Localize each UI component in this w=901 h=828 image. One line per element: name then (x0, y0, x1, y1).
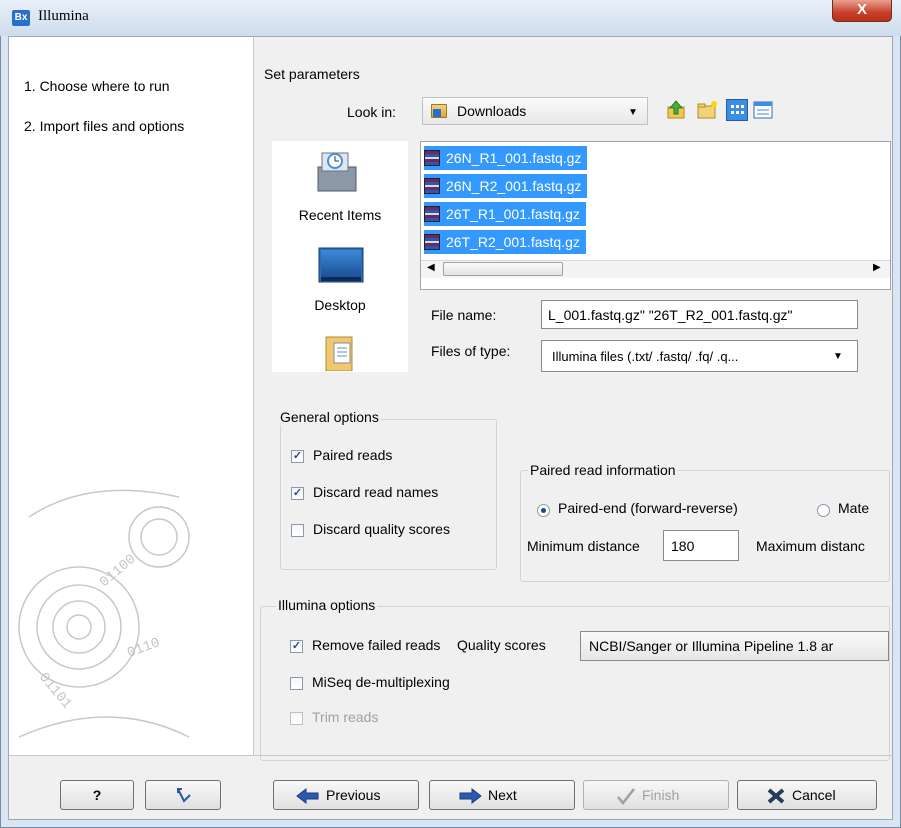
archive-icon (424, 178, 440, 194)
files-of-type-value: Illumina files (.txt/ .fastq/ .fq/ .q... (552, 349, 739, 364)
recent-items-icon[interactable] (312, 147, 368, 197)
quality-scores-value: NCBI/Sanger or Illumina Pipeline 1.8 ar (589, 638, 834, 654)
svg-text:0110: 0110 (125, 635, 162, 662)
files-of-type-select[interactable]: Illumina files (.txt/ .fastq/ .fq/ .q...… (541, 340, 858, 372)
file-list-scrollbar[interactable]: ◀ ▶ (421, 260, 890, 278)
documents-icon[interactable] (324, 333, 358, 371)
archive-icon (424, 206, 440, 222)
download-arrow-icon (433, 109, 441, 117)
miseq-demultiplexing-label[interactable]: MiSeq de-multiplexing (312, 674, 450, 690)
paired-end-radio[interactable] (537, 504, 550, 517)
mate-pair-radio[interactable] (817, 504, 830, 517)
file-name-text: 26N_R2_001.fastq.gz (446, 178, 582, 194)
cancel-label: Cancel (792, 787, 836, 803)
file-name-input[interactable]: L_001.fastq.gz" "26T_R2_001.fastq.gz" (541, 300, 858, 329)
list-view-icon[interactable] (726, 99, 748, 121)
general-options-title: General options (278, 409, 381, 425)
svg-text:01100: 01100 (97, 552, 139, 591)
file-item[interactable]: 26N_R2_001.fastq.gz (424, 174, 588, 198)
scroll-right-icon[interactable]: ▶ (873, 262, 881, 273)
desktop-label[interactable]: Desktop (272, 297, 408, 313)
discard-read-names-label[interactable]: Discard read names (313, 484, 438, 500)
finish-label: Finish (642, 787, 680, 803)
file-item[interactable]: 26T_R1_001.fastq.gz (424, 202, 586, 226)
bottom-divider (9, 755, 892, 756)
app-icon: Bx (12, 10, 30, 26)
next-button[interactable]: Next (429, 780, 575, 810)
quality-scores-select[interactable]: NCBI/Sanger or Illumina Pipeline 1.8 ar (580, 631, 889, 661)
discard-quality-scores-label[interactable]: Discard quality scores (313, 521, 450, 537)
next-label: Next (488, 787, 517, 803)
new-folder-icon[interactable] (696, 99, 718, 121)
title-bar[interactable]: Bx Illumina X (0, 0, 901, 36)
previous-label: Previous (326, 787, 381, 803)
reset-button[interactable] (145, 780, 221, 810)
paired-reads-label[interactable]: Paired reads (313, 447, 392, 463)
maximum-distance-label: Maximum distanc (756, 538, 865, 554)
minimum-distance-value: 180 (671, 538, 695, 554)
cancel-x-icon (767, 788, 785, 804)
minimum-distance-input[interactable]: 180 (663, 530, 739, 561)
finish-button: Finish (583, 780, 729, 810)
wizard-steps-panel: 1. Choose where to run 2. Import files a… (9, 37, 254, 755)
file-name-text: 26T_R1_001.fastq.gz (446, 206, 580, 222)
chevron-down-icon: ▼ (628, 107, 638, 118)
mate-pair-label[interactable]: Mate (838, 500, 888, 516)
file-item[interactable]: 26T_R2_001.fastq.gz (424, 230, 586, 254)
look-in-value: Downloads (457, 103, 527, 119)
places-bar: Recent Items Desktop (272, 141, 408, 372)
paired-read-info-group (520, 470, 890, 582)
cancel-button[interactable]: Cancel (737, 780, 877, 810)
window-title: Illumina (38, 8, 89, 24)
svg-text:01101: 01101 (35, 670, 74, 712)
reset-icon (177, 788, 191, 803)
paired-end-label[interactable]: Paired-end (forward-reverse) (558, 500, 738, 516)
set-parameters-title: Set parameters (264, 66, 360, 82)
arrow-right-icon (459, 788, 482, 804)
discard-read-names-checkbox[interactable]: ✓ (291, 487, 304, 500)
miseq-demultiplexing-checkbox[interactable] (290, 677, 303, 690)
file-name-label: File name: (431, 307, 497, 323)
look-in-label: Look in: (347, 104, 397, 120)
help-button[interactable]: ? (60, 780, 134, 810)
scroll-left-icon[interactable]: ◀ (427, 262, 435, 273)
trim-reads-checkbox (290, 712, 303, 725)
scrollbar-thumb[interactable] (443, 262, 563, 276)
quality-scores-label: Quality scores (457, 637, 546, 653)
file-item[interactable]: 26N_R1_001.fastq.gz (424, 146, 588, 170)
close-button[interactable]: X (832, 0, 892, 22)
discard-quality-scores-checkbox[interactable] (291, 524, 304, 537)
swirl-decoration-icon: 01100 01101 0110 (18, 489, 190, 738)
archive-icon (424, 234, 440, 250)
file-name-value: L_001.fastq.gz" "26T_R2_001.fastq.gz" (548, 307, 793, 323)
details-view-icon[interactable] (752, 99, 774, 121)
file-name-text: 26N_R1_001.fastq.gz (446, 150, 582, 166)
up-folder-icon[interactable] (666, 99, 688, 121)
trim-reads-label: Trim reads (312, 709, 379, 725)
paired-read-info-title: Paired read information (528, 462, 678, 478)
recent-items-label[interactable]: Recent Items (272, 207, 408, 223)
previous-button[interactable]: Previous (273, 780, 419, 810)
chevron-down-icon: ▼ (833, 351, 843, 362)
arrow-left-icon (296, 788, 319, 804)
remove-failed-reads-label[interactable]: Remove failed reads (312, 637, 440, 653)
desktop-icon[interactable] (318, 247, 364, 287)
step-import-files: 2. Import files and options (24, 118, 185, 134)
step-choose-where-to-run: 1. Choose where to run (24, 78, 170, 94)
look-in-combo[interactable]: Downloads ▼ (422, 97, 648, 125)
minimum-distance-label: Minimum distance (527, 538, 640, 554)
remove-failed-reads-checkbox[interactable]: ✓ (290, 640, 303, 653)
illumina-options-title: Illumina options (276, 597, 378, 613)
paired-reads-checkbox[interactable]: ✓ (291, 450, 304, 463)
archive-icon (424, 150, 440, 166)
checkmark-icon (617, 788, 635, 805)
file-name-text: 26T_R2_001.fastq.gz (446, 234, 580, 250)
files-of-type-label: Files of type: (431, 343, 511, 359)
